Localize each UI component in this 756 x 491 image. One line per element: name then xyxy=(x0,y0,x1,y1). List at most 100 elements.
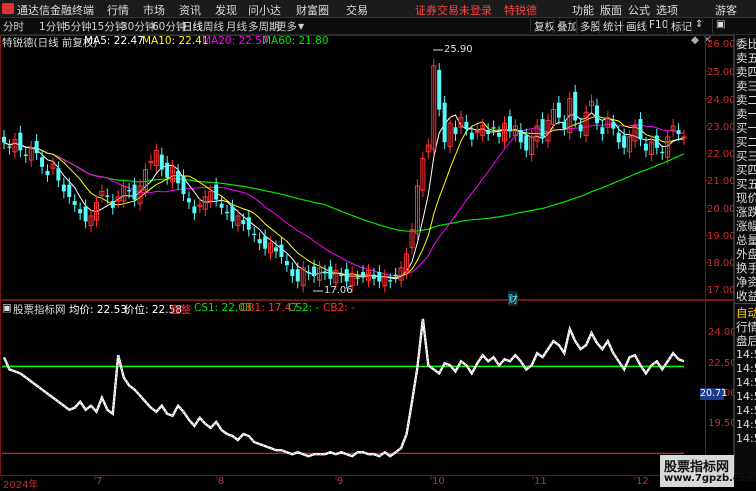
price-tick: 26.00 xyxy=(707,39,736,50)
watermark: 股票指标网 www.7gpzb.com xyxy=(660,455,756,487)
finance-event-marker[interactable]: 财 xyxy=(508,291,518,306)
candle-body-down xyxy=(219,203,224,208)
candle-body-down xyxy=(393,274,398,277)
candle-body-down xyxy=(274,247,278,252)
indicator-tick: 24.00 xyxy=(708,327,737,338)
candle-body-down xyxy=(600,127,605,135)
price-tick: 23.00 xyxy=(707,122,736,133)
candle-body-down xyxy=(34,140,39,154)
tick-time: 14:50 xyxy=(736,390,756,403)
candle-body-down xyxy=(322,271,327,274)
candle-body-down xyxy=(165,162,170,178)
price-tick: 20.00 xyxy=(707,204,736,215)
main-frame xyxy=(0,35,734,300)
candle-body-down xyxy=(638,119,643,140)
candle-body-down xyxy=(241,220,246,225)
candle-body-down xyxy=(246,217,251,230)
candle-body-down xyxy=(556,102,561,118)
watermark-url: www.7gpzb.com xyxy=(664,473,756,484)
candle-body-down xyxy=(61,184,66,192)
candle-body-down xyxy=(2,136,6,143)
candle-body-down xyxy=(660,151,665,154)
candle-body-down xyxy=(56,168,61,181)
candle-body-down xyxy=(306,271,311,274)
candle-body-down xyxy=(622,135,627,148)
afterhours-tab[interactable]: 盘后 xyxy=(736,333,756,349)
low-price-label: 17.06 xyxy=(324,285,353,296)
candle-body-down xyxy=(312,266,317,277)
candle-body-down xyxy=(371,274,376,279)
price-tick: 19.00 xyxy=(707,231,736,242)
candle-body-down xyxy=(497,132,502,137)
tick-time: 14:50 xyxy=(736,348,756,361)
price-tick: 22.00 xyxy=(707,149,736,160)
candle-body-down xyxy=(230,206,235,222)
x-tick: 11 xyxy=(534,476,547,487)
candle-body-down xyxy=(377,271,382,282)
x-tick: 2024年 xyxy=(3,480,39,491)
candle-body-down xyxy=(181,176,186,195)
chart-annotations xyxy=(313,49,443,292)
candle-body-down xyxy=(284,261,289,266)
ma60-line xyxy=(3,141,685,232)
candle-body-down xyxy=(132,184,137,200)
panel-divider xyxy=(735,303,756,304)
candle-body-down xyxy=(159,154,164,170)
price-tick: 18.00 xyxy=(707,258,736,269)
candle-body-down xyxy=(469,132,474,140)
candle-body-down xyxy=(453,127,458,135)
price-level-line xyxy=(2,318,685,458)
indicator-lines xyxy=(2,318,685,458)
candle-body-down xyxy=(214,184,219,200)
candle-body-down xyxy=(654,135,659,148)
x-tick: 9 xyxy=(337,476,344,487)
candle-body-down xyxy=(18,132,23,151)
kline-chart[interactable] xyxy=(0,0,756,487)
candle-body-down xyxy=(643,143,648,151)
candle-body-down xyxy=(290,269,295,277)
price-tick: 17.00 xyxy=(707,285,736,296)
indicator-tick: 22.50 xyxy=(708,358,737,369)
candle-body-down xyxy=(344,269,349,282)
candle-body-down xyxy=(578,124,583,132)
price-tick: 21.00 xyxy=(707,176,736,187)
candle-body-down xyxy=(83,206,88,222)
candle-body-down xyxy=(442,102,447,143)
tick-time: 14:50 xyxy=(736,404,756,417)
x-tick: 8 xyxy=(218,476,225,487)
indicator-tick: 19.50 xyxy=(708,418,737,429)
candle-body-down xyxy=(7,146,12,148)
price-level-dots xyxy=(3,318,685,457)
indicator-current-marker: 20.71 xyxy=(700,388,728,400)
x-tick: 7 xyxy=(96,476,103,487)
candle-body-down xyxy=(263,236,268,249)
candle-body-down xyxy=(127,190,132,192)
candle-body-down xyxy=(355,277,360,279)
candle-body-down xyxy=(295,269,300,282)
candle-body-down xyxy=(518,129,523,143)
candlesticks xyxy=(2,59,687,293)
candle-body-down xyxy=(40,157,45,167)
candle-body-down xyxy=(225,211,230,214)
candle-body-down xyxy=(105,195,110,197)
candle-body-down xyxy=(507,116,512,132)
candle-body-down xyxy=(23,154,28,156)
candle-body-down xyxy=(562,121,567,129)
price-tick: 25.00 xyxy=(707,67,736,78)
candle-body-down xyxy=(45,170,50,176)
candle-body-down xyxy=(110,200,115,208)
candle-body-down xyxy=(464,121,469,129)
quote-panel: 委比 卖五 卖四 卖三 卖二 卖一 买一 买二 买三 买四 买五 现价 涨跌 涨… xyxy=(734,35,756,475)
candle-body-down xyxy=(676,129,681,135)
candle-body-down xyxy=(524,135,529,151)
candle-body-down xyxy=(252,233,257,236)
candle-body-down xyxy=(176,170,181,184)
high-price-label: 25.90 xyxy=(444,44,473,55)
candle-body-down xyxy=(67,184,72,197)
candle-body-down xyxy=(339,274,344,277)
candle-body-down xyxy=(594,105,599,124)
candle-body-down xyxy=(257,239,262,244)
candle-body-down xyxy=(192,206,197,214)
candle-body-down xyxy=(78,209,83,214)
x-tick: 12 xyxy=(636,476,649,487)
